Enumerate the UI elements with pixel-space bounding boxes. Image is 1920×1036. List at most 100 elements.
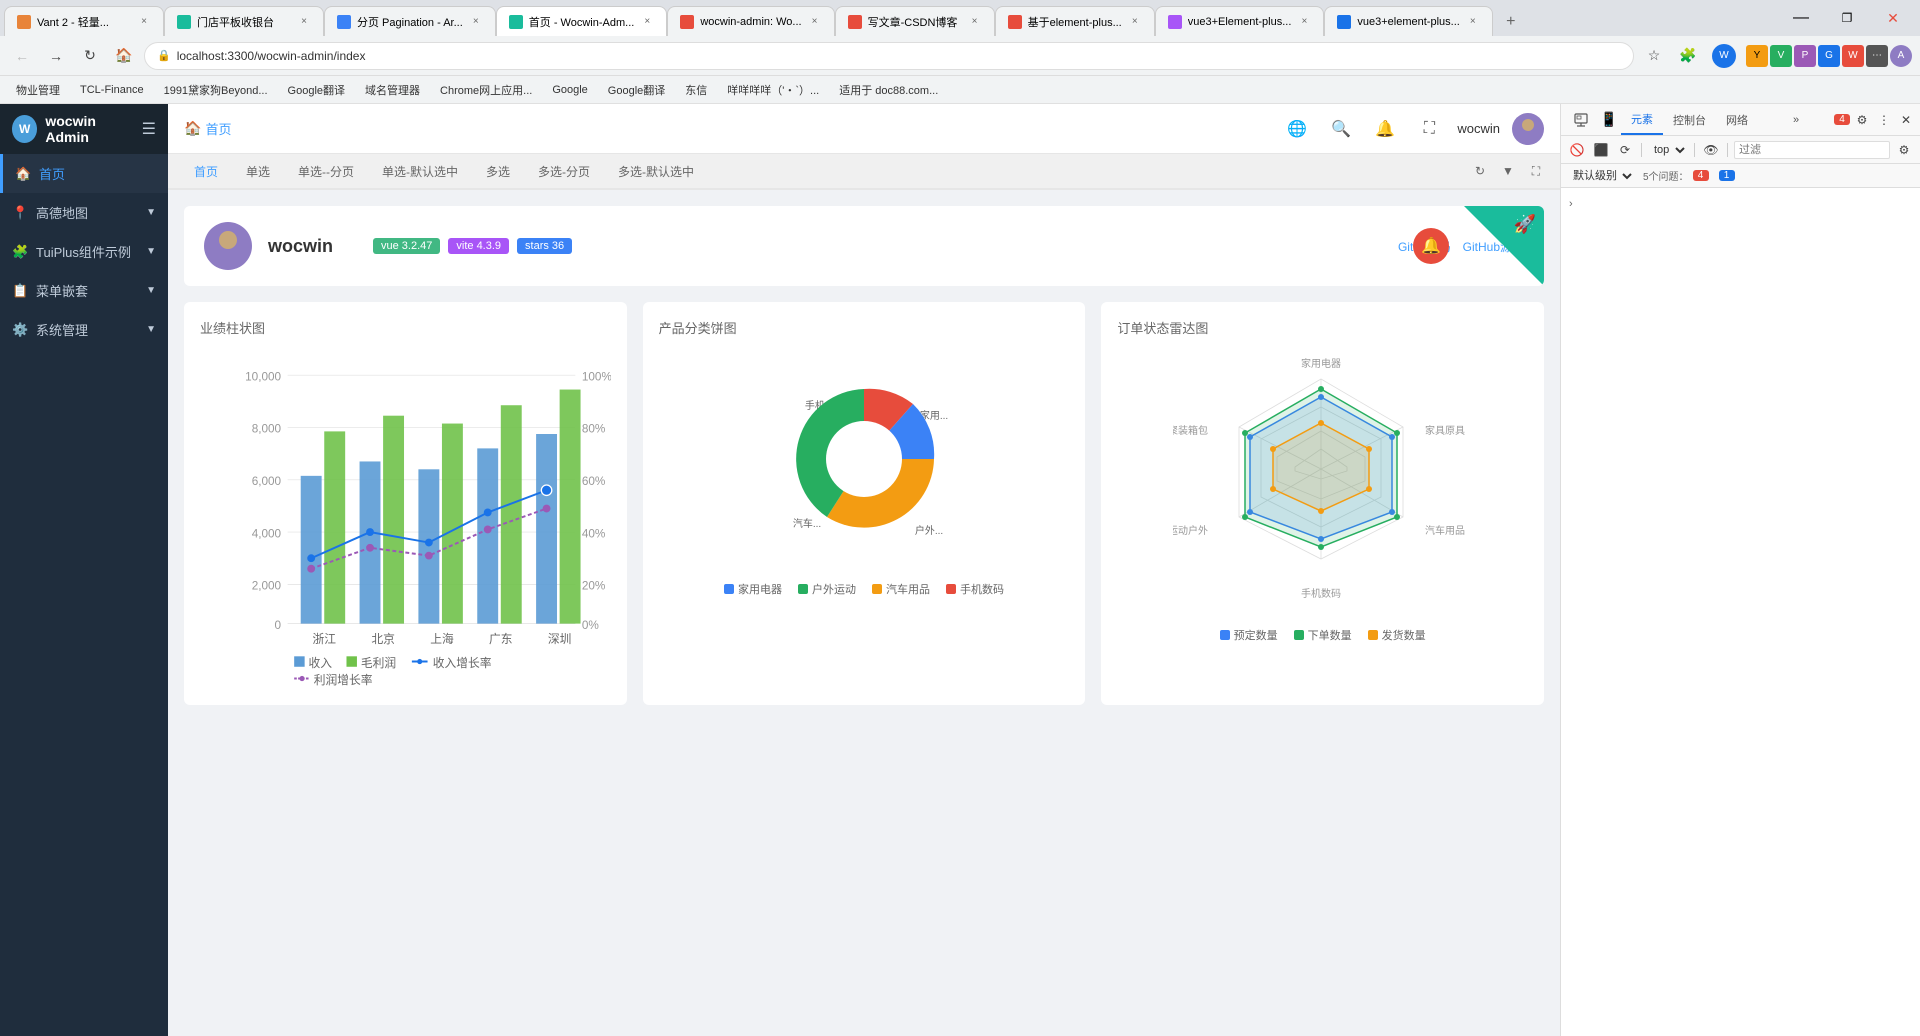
tab-close-2[interactable]: ×	[297, 15, 311, 29]
bookmark-bar: 物业管理 TCL-Finance 1991黛家狗Beyond... Google…	[0, 76, 1920, 104]
browser-tab-2[interactable]: 门店平板收银台 ×	[164, 6, 324, 36]
devtools-secondary-toolbar: 默认级别 5个问题： 4 1	[1561, 164, 1920, 188]
devtools-tab-console[interactable]: 控制台	[1663, 106, 1716, 134]
notification-bell-button[interactable]: 🔔	[1413, 228, 1449, 264]
sidebar-item-settings[interactable]: ⚙️ 系统管理 ▼	[0, 310, 168, 349]
url-bar[interactable]: 🔒 localhost:3300/wocwin-admin/index	[144, 42, 1634, 70]
ext-icon-6[interactable]: ⋯	[1866, 45, 1888, 67]
translate-button[interactable]: 🌐	[1281, 113, 1313, 145]
bookmark-6[interactable]: Chrome网上应用...	[432, 80, 540, 100]
bookmark-4[interactable]: Google翻译	[280, 80, 353, 100]
header-username: wocwin	[1457, 121, 1500, 136]
home-button[interactable]: 🏠	[110, 42, 138, 70]
refresh-button[interactable]: ↻	[76, 42, 104, 70]
restore-button[interactable]: ❐	[1824, 0, 1870, 36]
forward-button[interactable]: →	[42, 42, 70, 70]
tab-multi-default[interactable]: 多选-默认选中	[604, 155, 708, 190]
svg-text:手机数码: 手机数码	[1301, 587, 1341, 600]
bookmark-10[interactable]: 咩咩咩咩（'・`）...	[719, 80, 827, 100]
new-tab-button[interactable]: +	[1497, 8, 1525, 36]
bookmark-3[interactable]: 1991黛家狗Beyond...	[156, 80, 276, 100]
tab-multi[interactable]: 多选	[472, 155, 524, 190]
tab-close-3[interactable]: ×	[469, 15, 483, 29]
tab-label-5: wocwin-admin: Wo...	[700, 16, 801, 28]
browser-tab-4[interactable]: 首页 - Wocwin-Adm... ×	[496, 6, 668, 36]
radar-svg: 家用电器 家具原具 汽车用品 手机数码 运动户外 聚装箱包	[1173, 349, 1473, 619]
back-button[interactable]: ←	[8, 42, 36, 70]
sidebar-item-tuiplus[interactable]: 🧩 TuiPlus组件示例 ▼	[0, 232, 168, 271]
close-button[interactable]: ✕	[1870, 0, 1916, 36]
dt-disable-button[interactable]: 🚫	[1567, 140, 1587, 160]
tab-single[interactable]: 单选	[232, 155, 284, 190]
sidebar-item-map[interactable]: 📍 高德地图 ▼	[0, 193, 168, 232]
bookmark-8[interactable]: Google翻译	[600, 80, 673, 100]
tab-close-9[interactable]: ×	[1466, 15, 1480, 29]
tab-close-5[interactable]: ×	[808, 15, 822, 29]
tab-home[interactable]: 首页	[180, 155, 232, 190]
bookmark-1[interactable]: 物业管理	[8, 80, 68, 100]
tab-close-4[interactable]: ×	[640, 15, 654, 29]
dt-level-select[interactable]: 默认级别	[1567, 169, 1635, 183]
browser-tab-9[interactable]: vue3+element-plus... ×	[1324, 6, 1492, 36]
fullscreen-button[interactable]: ⛶	[1413, 113, 1445, 145]
browser-tab-3[interactable]: 分页 Pagination - Ar... ×	[324, 6, 496, 36]
donut-chart-title: 产品分类饼图	[659, 318, 1070, 337]
profile-button[interactable]: W	[1712, 44, 1736, 68]
svg-text:北京: 北京	[371, 632, 395, 646]
ext-icon-5[interactable]: W	[1842, 45, 1864, 67]
search-button[interactable]: 🔍	[1325, 113, 1357, 145]
dt-top-select[interactable]: top	[1648, 143, 1688, 157]
tab-single-page[interactable]: 单选--分页	[284, 155, 368, 190]
tab-close-7[interactable]: ×	[1128, 15, 1142, 29]
browser-tab-7[interactable]: 基于element-plus... ×	[995, 6, 1155, 36]
url-text: localhost:3300/wocwin-admin/index	[177, 49, 1621, 63]
dt-eye-button[interactable]: 👁	[1701, 140, 1721, 160]
devtools-more-button[interactable]: »	[1785, 110, 1807, 130]
tab-close-8[interactable]: ×	[1297, 15, 1311, 29]
extension-button[interactable]: 🧩	[1674, 42, 1702, 70]
bookmark-7[interactable]: Google	[544, 82, 595, 98]
browser-tab-6[interactable]: 写文章-CSDN博客 ×	[835, 6, 995, 36]
ext-icon-2[interactable]: V	[1770, 45, 1792, 67]
sidebar-menu-button[interactable]: ☰	[142, 119, 156, 139]
svg-text:10,000: 10,000	[245, 370, 281, 383]
devtools-close-button[interactable]: ✕	[1896, 110, 1916, 130]
ext-icon-4[interactable]: G	[1818, 45, 1840, 67]
tab-fullscreen-button[interactable]: ⛶	[1524, 159, 1548, 183]
ext-icon-1[interactable]: Y	[1746, 45, 1768, 67]
browser-tab-5[interactable]: wocwin-admin: Wo... ×	[667, 6, 834, 36]
chevron-down-icon-map: ▼	[146, 207, 156, 218]
bookmark-5[interactable]: 域名管理器	[357, 80, 428, 100]
bookmark-11[interactable]: 适用于 doc88.com...	[831, 80, 946, 100]
browser-tab-8[interactable]: vue3+Element-plus... ×	[1155, 6, 1325, 36]
devtools-more-options-button[interactable]: ⋮	[1874, 110, 1894, 130]
tab-multi-page[interactable]: 多选-分页	[524, 155, 604, 190]
ext-icon-3[interactable]: P	[1794, 45, 1816, 67]
devtools-inspect-button[interactable]	[1565, 104, 1597, 136]
tab-label-4: 首页 - Wocwin-Adm...	[529, 14, 635, 30]
bookmark-2[interactable]: TCL-Finance	[72, 82, 152, 98]
dt-filter-input[interactable]	[1734, 141, 1890, 159]
sidebar-item-menu[interactable]: 📋 菜单嵌套 ▼	[0, 271, 168, 310]
devtools-arrow[interactable]: ›	[1569, 196, 1912, 212]
devtools-tab-elements[interactable]: 元素	[1621, 105, 1663, 135]
tab-close-1[interactable]: ×	[137, 15, 151, 29]
bookmark-9[interactable]: 东信	[677, 80, 715, 100]
badge-vite: vite 4.3.9	[448, 238, 509, 254]
bell-button[interactable]: 🔔	[1369, 113, 1401, 145]
bookmark-button[interactable]: ☆	[1640, 42, 1668, 70]
tab-more-button[interactable]: ▼	[1496, 159, 1520, 183]
tab-refresh-button[interactable]: ↻	[1468, 159, 1492, 183]
sidebar-item-home[interactable]: 🏠 首页	[0, 154, 168, 193]
dt-filter-settings-button[interactable]: ⚙	[1894, 140, 1914, 160]
dt-refresh-button[interactable]: ⟳	[1615, 140, 1635, 160]
browser-tab-1[interactable]: Vant 2 - 轻量... ×	[4, 6, 164, 36]
tab-close-6[interactable]: ×	[968, 15, 982, 29]
dt-stop-button[interactable]: ⬛	[1591, 140, 1611, 160]
user-profile-icon[interactable]: A	[1890, 45, 1912, 67]
minimize-button[interactable]: —	[1778, 0, 1824, 36]
devtools-device-button[interactable]: 📱	[1597, 104, 1621, 136]
devtools-settings-button[interactable]: ⚙	[1852, 110, 1872, 130]
tab-single-default[interactable]: 单选-默认选中	[368, 155, 472, 190]
devtools-tab-network[interactable]: 网络	[1716, 106, 1758, 134]
